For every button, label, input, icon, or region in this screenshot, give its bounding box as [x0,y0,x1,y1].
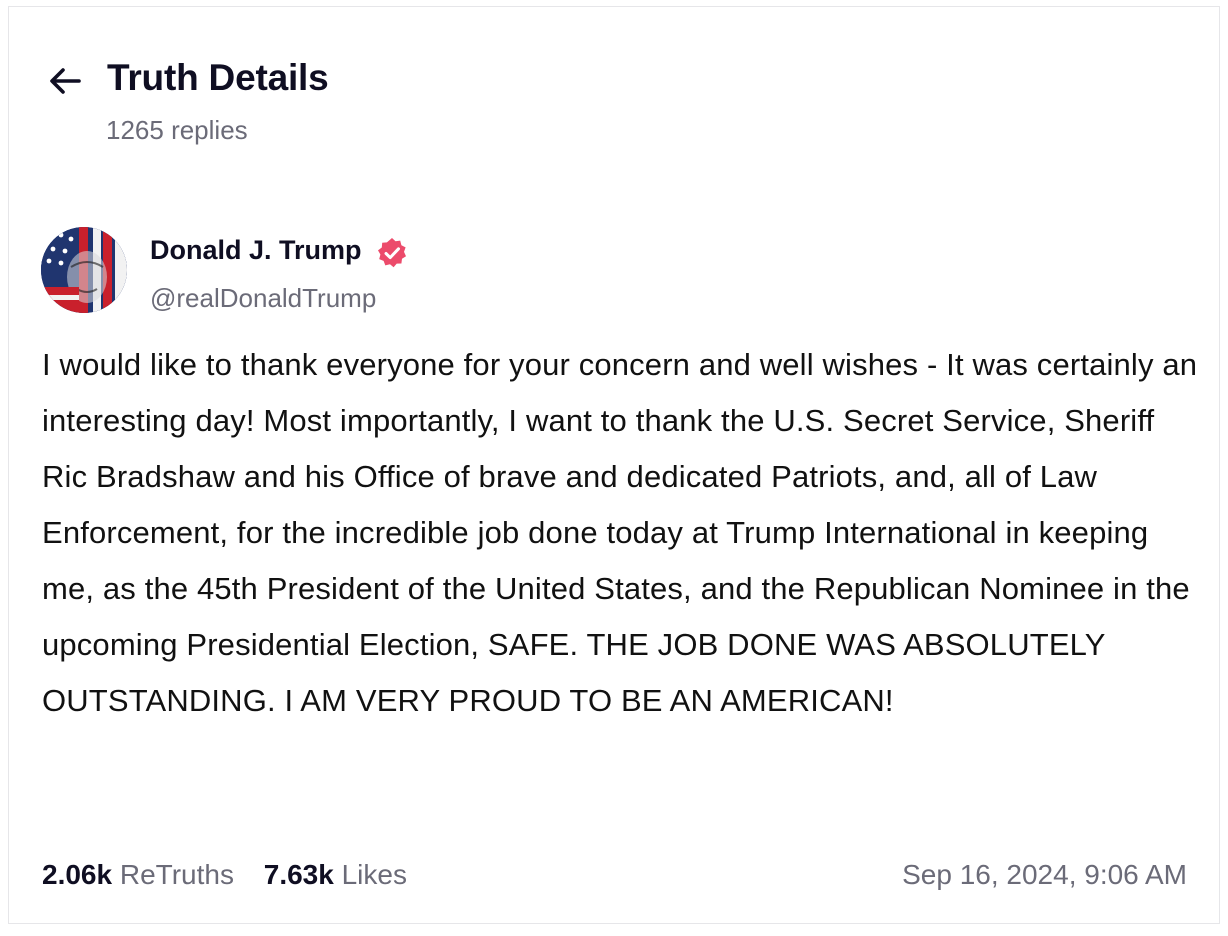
likes-stat[interactable]: 7.63k Likes [264,859,407,890]
avatar[interactable] [41,227,127,313]
reply-count: 1265 replies [106,115,248,145]
post-timestamp: Sep 16, 2024, 9:06 AM [902,859,1187,890]
retruths-label: ReTruths [119,859,234,890]
post-stats: 2.06k ReTruths 7.63k Likes [42,859,429,891]
page-title: Truth Details [107,57,329,98]
truth-details-panel: Truth Details 1265 replies Donald J. Tru… [8,6,1220,924]
likes-label: Likes [341,859,407,890]
retruths-count: 2.06k [42,859,113,890]
arrow-left-icon [50,68,81,94]
likes-count: 7.63k [263,859,334,890]
verified-badge-icon [378,238,406,268]
retruths-stat[interactable]: 2.06k ReTruths [42,859,234,890]
post-body: I would like to thank everyone for your … [42,347,1198,718]
avatar-image [41,227,127,313]
back-button[interactable] [45,61,85,101]
author-name[interactable]: Donald J. Trump [150,235,362,266]
author-handle[interactable]: @realDonaldTrump [150,283,376,314]
